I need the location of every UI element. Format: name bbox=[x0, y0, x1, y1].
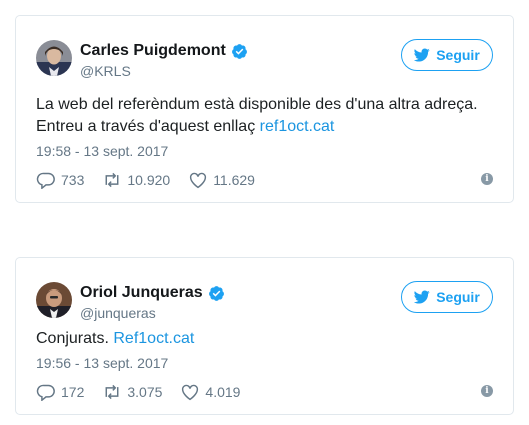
retweet-count: 3.075 bbox=[127, 384, 163, 400]
reply-button[interactable]: 733 bbox=[36, 171, 84, 189]
heart-icon bbox=[190, 172, 207, 189]
reply-button[interactable]: 172 bbox=[36, 383, 84, 401]
action-bar: 733 10.920 11.629 i bbox=[36, 171, 493, 189]
action-bar: 172 3.075 4.019 i bbox=[36, 383, 493, 401]
reply-count: 733 bbox=[61, 172, 85, 188]
like-count: 4.019 bbox=[205, 384, 241, 400]
retweet-button[interactable]: 10.920 bbox=[102, 171, 170, 189]
reply-icon bbox=[36, 384, 55, 401]
retweet-icon bbox=[105, 172, 119, 188]
info-icon[interactable]: i bbox=[481, 385, 493, 397]
reply-icon bbox=[36, 172, 55, 189]
author-name[interactable]: Oriol Junqueras bbox=[80, 284, 203, 302]
tweet-text-line: La web del referèndum està disponible de… bbox=[36, 96, 478, 113]
tweet-text-line: Entreu a través d'aquest enllaç bbox=[36, 118, 260, 135]
info-icon[interactable]: i bbox=[481, 173, 493, 185]
tweet-card: Oriol Junqueras @junqueras Seguir Conjur… bbox=[15, 257, 514, 415]
tweet-text: Conjurats. Ref1oct.cat bbox=[36, 328, 493, 350]
bird-icon bbox=[414, 48, 430, 62]
tweet-text: La web del referèndum està disponible de… bbox=[36, 94, 493, 138]
like-count: 11.629 bbox=[213, 172, 255, 188]
verified-badge-icon bbox=[208, 285, 225, 302]
follow-label: Seguir bbox=[436, 289, 480, 305]
author-handle[interactable]: @junqueras bbox=[80, 305, 156, 321]
name-row: Carles Puigdemont bbox=[80, 42, 248, 60]
verified-badge-icon bbox=[231, 43, 248, 60]
avatar[interactable] bbox=[36, 40, 72, 76]
author-name[interactable]: Carles Puigdemont bbox=[80, 42, 226, 60]
retweet-icon bbox=[105, 384, 119, 400]
like-button[interactable]: 4.019 bbox=[180, 383, 240, 401]
like-button[interactable]: 11.629 bbox=[188, 171, 255, 189]
author-handle[interactable]: @KRLS bbox=[80, 63, 131, 79]
heart-icon bbox=[182, 384, 199, 401]
timestamp[interactable]: 19:56 - 13 sept. 2017 bbox=[36, 355, 168, 371]
tweet-card: Carles Puigdemont @KRLS Seguir La web de… bbox=[15, 15, 514, 203]
tweet-text-line: Conjurats. bbox=[36, 330, 114, 347]
follow-button[interactable]: Seguir bbox=[401, 39, 493, 71]
follow-button[interactable]: Seguir bbox=[401, 281, 493, 313]
retweet-button[interactable]: 3.075 bbox=[102, 383, 162, 401]
name-row: Oriol Junqueras bbox=[80, 284, 225, 302]
retweet-count: 10.920 bbox=[127, 172, 171, 188]
avatar[interactable] bbox=[36, 282, 72, 318]
reply-count: 172 bbox=[61, 384, 85, 400]
timestamp[interactable]: 19:58 - 13 sept. 2017 bbox=[36, 143, 168, 159]
follow-label: Seguir bbox=[436, 47, 480, 63]
bird-icon bbox=[414, 290, 430, 304]
tweet-link[interactable]: ref1oct.cat bbox=[260, 118, 335, 135]
tweet-link[interactable]: Ref1oct.cat bbox=[113, 330, 194, 347]
